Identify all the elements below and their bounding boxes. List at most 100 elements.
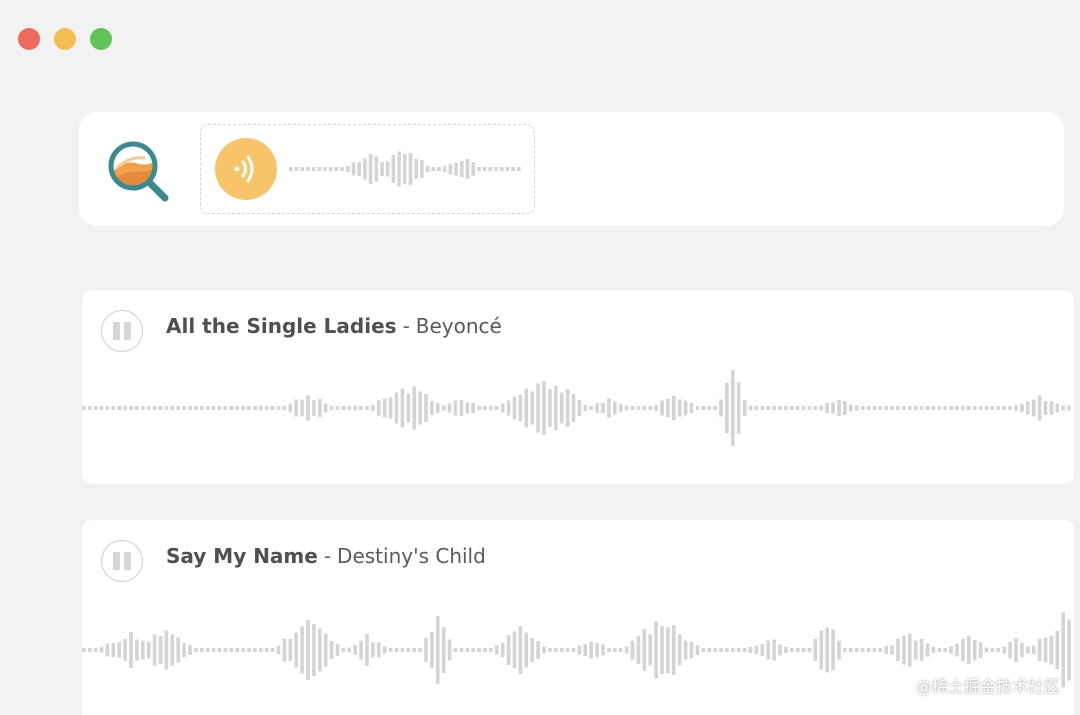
waveform-bar bbox=[713, 406, 717, 410]
waveform-bar bbox=[1008, 406, 1012, 410]
waveform-bar bbox=[506, 635, 511, 665]
waveform-bar bbox=[736, 382, 741, 434]
waveform-bar bbox=[353, 406, 357, 410]
waveform-bar bbox=[607, 648, 611, 652]
watermark: @稀土掘金技术社区 bbox=[915, 677, 1060, 696]
waveform-bar bbox=[351, 162, 356, 176]
waveform-bar bbox=[742, 400, 747, 416]
waveform-bar bbox=[642, 406, 647, 410]
listen-area[interactable] bbox=[200, 124, 535, 214]
waveform-bar bbox=[312, 400, 316, 416]
waveform-bar bbox=[170, 406, 175, 410]
pause-icon bbox=[113, 322, 120, 340]
waveform-bar bbox=[813, 406, 818, 410]
close-button[interactable] bbox=[18, 28, 40, 50]
waveform-bar bbox=[530, 638, 534, 662]
minimize-button[interactable] bbox=[54, 28, 76, 50]
song-name: Say My Name bbox=[166, 544, 318, 568]
waveform-bar bbox=[406, 648, 411, 652]
waveform-bar bbox=[1061, 612, 1065, 688]
waveform-bar bbox=[483, 406, 487, 410]
track-waveform[interactable] bbox=[82, 358, 1074, 458]
waveform-bar bbox=[1049, 635, 1054, 665]
waveform-bar bbox=[259, 648, 263, 652]
pause-button[interactable] bbox=[101, 540, 143, 582]
waveform-bar bbox=[772, 639, 776, 661]
waveform-bar bbox=[241, 648, 245, 652]
waveform-bar bbox=[99, 647, 104, 653]
waveform-bar bbox=[341, 648, 346, 652]
waveform-bar bbox=[340, 167, 344, 171]
waveform-bar bbox=[247, 406, 251, 410]
waveform-bar bbox=[707, 648, 711, 652]
waveform-bar bbox=[683, 400, 688, 416]
waveform-bar bbox=[123, 406, 127, 410]
waveform-bar bbox=[1043, 637, 1048, 663]
waveform-bar bbox=[949, 406, 953, 410]
waveform-bar bbox=[176, 637, 180, 663]
track-title: All the Single Ladies - Beyoncé bbox=[166, 314, 502, 338]
waveform-bar bbox=[385, 161, 390, 177]
waveform-bar bbox=[194, 648, 198, 652]
waveform-bar bbox=[931, 406, 936, 410]
waveform-bar bbox=[300, 399, 304, 417]
waveform-bar bbox=[583, 644, 588, 656]
waveform-bar bbox=[1049, 401, 1054, 415]
waveform-bar bbox=[424, 638, 428, 662]
waveform-bar bbox=[294, 399, 298, 417]
waveform-bar bbox=[270, 648, 275, 652]
waveform-bar bbox=[505, 167, 510, 171]
waveform-bar bbox=[512, 631, 517, 669]
waveform-bar bbox=[300, 167, 304, 171]
waveform-bar bbox=[689, 403, 694, 413]
waveform-bar bbox=[589, 406, 593, 410]
waveform-bar bbox=[259, 406, 263, 410]
waveform-bar bbox=[878, 648, 883, 652]
waveform-bar bbox=[760, 644, 765, 656]
waveform-bar bbox=[1008, 641, 1012, 659]
waveform-bar bbox=[93, 648, 98, 652]
waveform-bar bbox=[1055, 403, 1060, 413]
waveform-bar bbox=[294, 632, 298, 668]
waveform-bar bbox=[388, 648, 393, 652]
waveform-bar bbox=[377, 642, 381, 658]
waveform-bar bbox=[695, 406, 700, 410]
waveform-bar bbox=[955, 406, 959, 410]
waveform-bar bbox=[447, 639, 452, 661]
pause-button[interactable] bbox=[101, 310, 143, 352]
waveform-bar bbox=[1002, 646, 1006, 654]
waveform-bar bbox=[784, 647, 788, 653]
waveform-bar bbox=[766, 640, 770, 660]
waveform-bar bbox=[441, 627, 446, 673]
waveform-bar bbox=[719, 399, 723, 417]
waveform-bar bbox=[182, 643, 186, 657]
waveform-bar bbox=[1055, 631, 1060, 669]
waveform-bar bbox=[1067, 405, 1071, 411]
waveform-bar bbox=[642, 629, 647, 671]
waveform-bar bbox=[943, 406, 947, 410]
waveform-bar bbox=[323, 403, 328, 413]
waveform-bar bbox=[400, 388, 405, 428]
waveform-bar bbox=[725, 383, 729, 433]
waveform-bar bbox=[660, 400, 664, 416]
waveform-bar bbox=[554, 648, 558, 652]
waveform-bar bbox=[223, 406, 228, 410]
maximize-button[interactable] bbox=[90, 28, 112, 50]
waveform-bar bbox=[1002, 406, 1006, 410]
waveform-bar bbox=[477, 167, 481, 171]
magnifier-logo-icon bbox=[108, 141, 169, 202]
title-separator: - bbox=[402, 314, 410, 338]
waveform-bar bbox=[760, 406, 765, 410]
waveform-bar bbox=[471, 648, 475, 652]
waveform-bar bbox=[318, 628, 322, 672]
waveform-bar bbox=[276, 406, 281, 410]
waveform-bar bbox=[919, 406, 924, 410]
waveform-bar bbox=[943, 648, 947, 652]
waveform-bar bbox=[972, 406, 977, 410]
waveform-bar bbox=[347, 406, 352, 410]
waveform-bar bbox=[158, 406, 163, 410]
waveform-bar bbox=[1031, 645, 1036, 655]
waveform-bar bbox=[1067, 619, 1071, 681]
listen-button[interactable] bbox=[215, 138, 277, 200]
listening-waveform bbox=[289, 151, 521, 187]
